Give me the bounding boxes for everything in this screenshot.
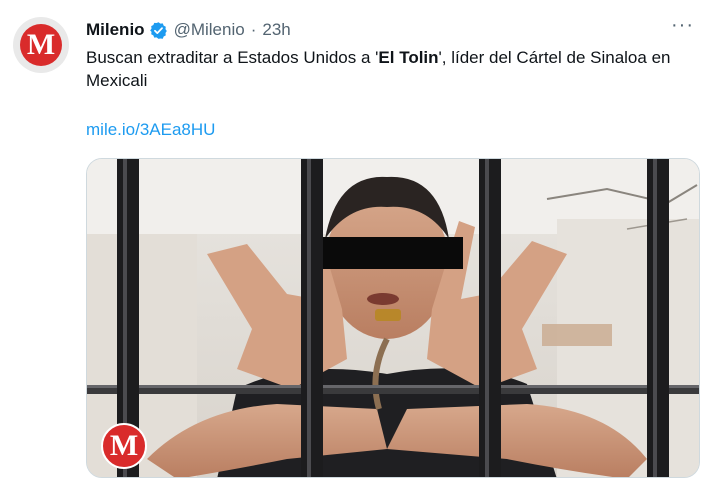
tweet-text: Buscan extraditar a Estados Unidos a 'El… (86, 46, 698, 92)
verified-badge-icon (149, 21, 167, 39)
author-name[interactable]: Milenio (86, 20, 145, 40)
milenio-watermark: M (101, 423, 147, 469)
tweet-timestamp[interactable]: 23h (262, 20, 290, 40)
tweet-text-bold: El Tolin (378, 48, 439, 67)
milenio-logo: M (20, 24, 62, 66)
tweet-media-image[interactable] (86, 158, 700, 478)
tweet-text-part1: Buscan extraditar a Estados Unidos a ' (86, 48, 379, 67)
separator-dot: · (250, 20, 257, 39)
author-avatar[interactable]: M (13, 17, 69, 73)
author-handle[interactable]: @Milenio (174, 20, 245, 40)
prison-photo (87, 159, 699, 477)
tweet-link[interactable]: mile.io/3AEa8HU (86, 120, 215, 140)
more-options-icon[interactable]: ··· (671, 14, 694, 37)
tweet-header: Milenio @Milenio · 23h (86, 18, 291, 42)
